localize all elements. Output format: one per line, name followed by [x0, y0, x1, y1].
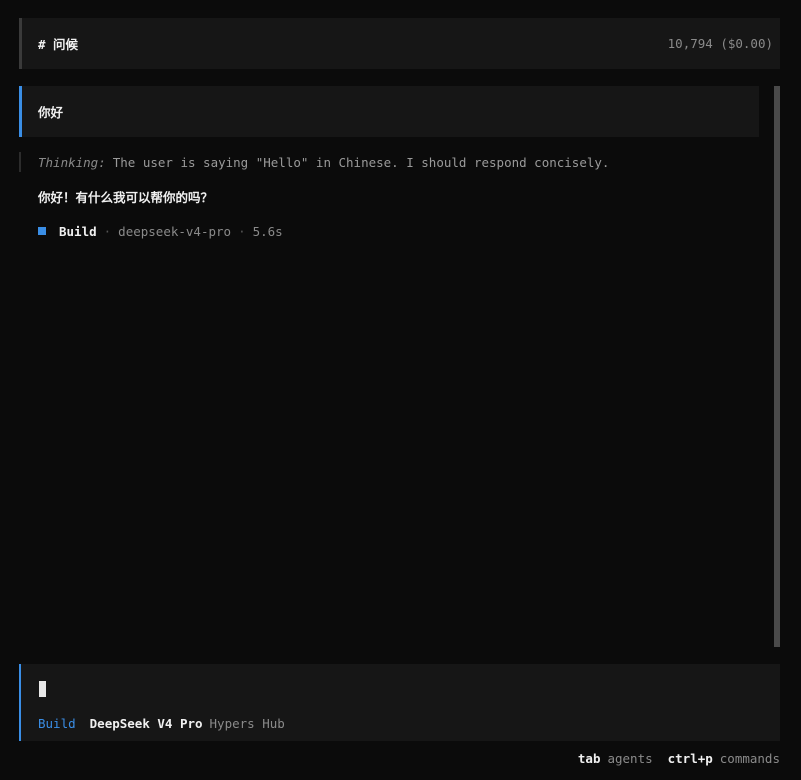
- thinking-label: Thinking:: [38, 154, 106, 170]
- user-message-text: 你好: [38, 105, 64, 120]
- shortcut-key-ctrl-p: ctrl+p: [667, 750, 713, 766]
- thinking-text: The user is saying "Hello" in Chinese. I…: [112, 154, 610, 170]
- build-duration: 5.6s: [252, 223, 283, 239]
- shortcut-key-tab: tab: [577, 750, 601, 766]
- shortcut-hints: tab agents ctrl+p commands: [578, 749, 780, 767]
- provider-label: Hypers Hub: [209, 715, 285, 731]
- thinking-block: Thinking: The user is saying "Hello" in …: [19, 152, 609, 172]
- scrollbar[interactable]: [774, 86, 780, 647]
- chat-window: # 问候 10,794 ($0.00) 你好 Thinking: The use…: [0, 0, 801, 780]
- shortcut-desc-commands: commands: [719, 750, 780, 766]
- shortcut-desc-agents: agents: [607, 750, 653, 766]
- session-title: # 问候: [38, 37, 79, 52]
- agent-square-icon: [38, 227, 46, 235]
- token-cost: 10,794 ($0.00): [667, 36, 773, 51]
- prompt-input[interactable]: Build DeepSeek V4 Pro Hypers Hub: [19, 664, 780, 741]
- user-message: 你好: [19, 86, 759, 137]
- model-selector[interactable]: DeepSeek V4 Pro: [90, 716, 203, 731]
- build-agent-name: Build: [59, 223, 97, 239]
- text-cursor: [39, 681, 46, 697]
- assistant-reply: 你好！有什么我可以帮你的吗？: [38, 189, 214, 205]
- session-header: # 问候 10,794 ($0.00): [19, 18, 780, 69]
- agent-selector[interactable]: Build: [38, 716, 76, 731]
- input-status-bar: Build DeepSeek V4 Pro Hypers Hub: [38, 715, 285, 731]
- build-separator-2: ·: [238, 223, 246, 239]
- build-info: Build · deepseek-v4-pro · 5.6s: [38, 221, 283, 241]
- build-separator: ·: [103, 223, 112, 239]
- build-model: deepseek-v4-pro: [118, 223, 232, 239]
